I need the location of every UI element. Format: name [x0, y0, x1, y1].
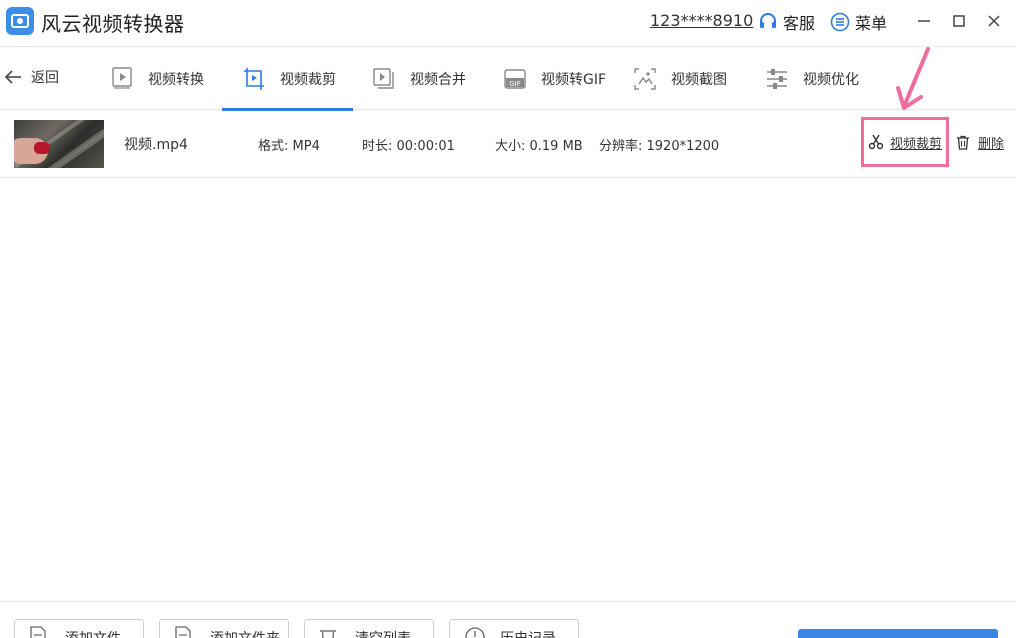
close-icon	[988, 15, 1000, 27]
clear-list-label: 清空列表	[355, 628, 411, 638]
maximize-icon	[953, 15, 965, 27]
file-format: 格式: MP4	[258, 139, 320, 154]
file-icon	[30, 626, 46, 638]
menu-list-icon	[830, 12, 850, 32]
tab-video-optimize[interactable]: 视频优化	[765, 47, 885, 110]
customer-service-label: 客服	[783, 14, 816, 33]
headset-icon	[760, 13, 776, 28]
tab-label: 视频合并	[410, 71, 466, 88]
svg-text:GIF: GIF	[509, 80, 521, 88]
video-crop-icon	[244, 67, 264, 90]
video-merge-icon	[373, 67, 394, 89]
tab-label: 视频裁剪	[280, 71, 336, 88]
delete-button[interactable]: 删除	[956, 133, 1004, 152]
app-logo-icon	[6, 7, 34, 35]
start-process-button[interactable]	[798, 629, 998, 638]
screenshot-icon	[634, 67, 656, 90]
file-list-row[interactable]: 视频.mp4 格式: MP4 时长: 00:00:01 大小: 0.19 MB …	[0, 111, 1016, 178]
add-file-label: 添加文件	[65, 628, 121, 638]
tab-label: 视频转换	[148, 71, 204, 88]
trash-icon	[320, 630, 336, 638]
menu-label: 菜单	[855, 14, 888, 33]
folder-file-icon	[175, 626, 191, 638]
tab-label: 视频截图	[671, 71, 727, 88]
app-title: 风云视频转换器	[41, 12, 185, 36]
video-thumbnail	[14, 120, 104, 168]
sliders-icon	[767, 68, 787, 89]
minimize-button[interactable]	[915, 12, 933, 30]
scissors-icon	[868, 134, 884, 150]
file-size: 大小: 0.19 MB	[495, 139, 583, 154]
feature-tab-bar: 返回 视频转换 视频裁剪 视频合并 GIF 视频转GIF 视频截图 视频优化	[0, 46, 1016, 111]
customer-service-button[interactable]: 客服	[758, 10, 815, 34]
tab-label: 视频转GIF	[541, 71, 607, 88]
video-crop-button[interactable]: 视频裁剪	[861, 117, 949, 167]
tab-video-to-gif[interactable]: GIF 视频转GIF	[503, 47, 623, 110]
clear-list-button[interactable]: 清空列表	[304, 619, 434, 638]
close-button[interactable]	[985, 12, 1003, 30]
file-name: 视频.mp4	[124, 137, 188, 153]
tab-video-crop[interactable]: 视频裁剪	[222, 47, 353, 111]
menu-button[interactable]: 菜单	[830, 10, 887, 34]
delete-label: 删除	[978, 137, 1005, 152]
maximize-button[interactable]	[950, 12, 968, 30]
history-button[interactable]: 历史记录	[449, 619, 579, 638]
bottom-toolbar: 添加文件 添加文件夹 清空列表 历史记录	[0, 601, 1016, 638]
arrow-left-icon	[4, 70, 21, 84]
clock-icon	[465, 627, 485, 638]
tab-video-merge[interactable]: 视频合并	[372, 47, 492, 110]
annotation-arrow-icon	[896, 47, 930, 110]
back-button[interactable]: 返回	[4, 67, 59, 87]
back-label: 返回	[31, 70, 59, 86]
tab-video-screenshot[interactable]: 视频截图	[633, 47, 753, 110]
minimize-icon	[918, 20, 930, 22]
trash-icon	[957, 135, 969, 150]
add-file-button[interactable]: 添加文件	[14, 619, 144, 638]
video-crop-label: 视频裁剪	[889, 136, 942, 152]
account-link[interactable]: 123****8910	[650, 11, 753, 30]
video-convert-icon	[112, 66, 132, 89]
tab-video-convert[interactable]: 视频转换	[110, 47, 220, 110]
add-folder-button[interactable]: 添加文件夹	[159, 619, 289, 638]
file-resolution: 分辨率: 1920*1200	[599, 139, 720, 154]
history-label: 历史记录	[500, 628, 556, 638]
tab-label: 视频优化	[803, 71, 859, 88]
title-bar: 风云视频转换器 123****8910 客服 菜单	[0, 0, 1016, 44]
gif-icon: GIF	[504, 68, 526, 89]
add-folder-label: 添加文件夹	[210, 628, 280, 638]
file-duration: 时长: 00:00:01	[362, 139, 455, 154]
